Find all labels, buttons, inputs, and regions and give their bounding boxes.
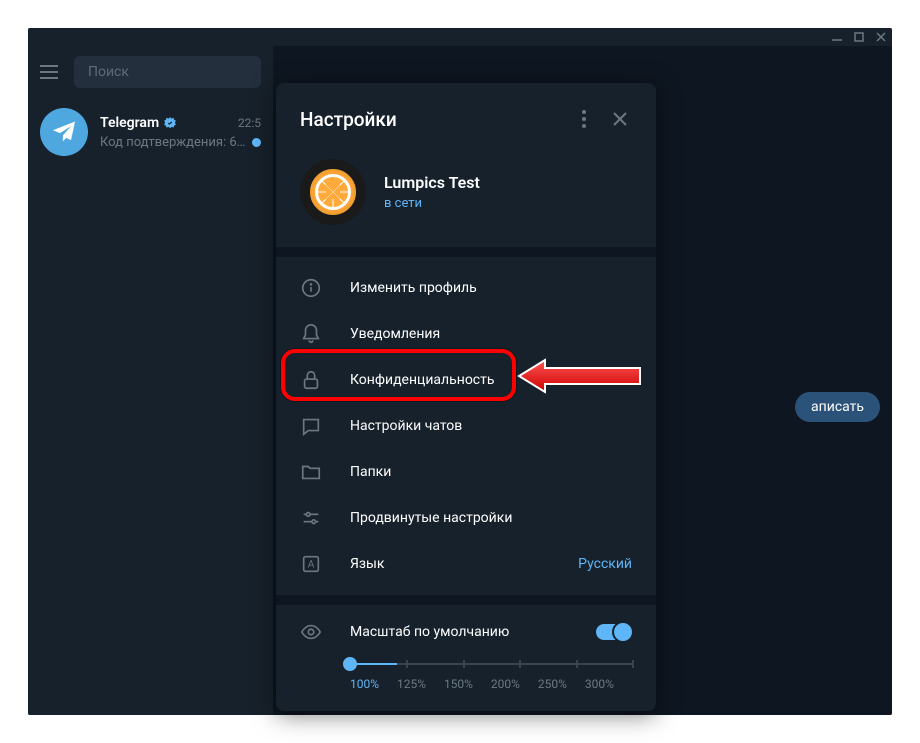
- menu-item-language[interactable]: А Язык Русский: [276, 541, 656, 587]
- zoom-section: Масштаб по умолчанию 100% 125% 150% 200%…: [276, 605, 656, 711]
- chat-time: 22:5: [238, 116, 261, 130]
- bell-icon: [300, 323, 322, 345]
- menu-item-edit-profile[interactable]: Изменить профиль: [276, 265, 656, 311]
- settings-menu: Изменить профиль Уведомления Конфиденциа…: [276, 257, 656, 595]
- svg-text:А: А: [308, 560, 315, 571]
- search-input[interactable]: Поиск: [74, 56, 261, 88]
- profile-status: в сети: [384, 196, 480, 211]
- menu-label: Продвинутые настройки: [350, 510, 632, 526]
- chat-preview: Код подтверждения: 69...: [100, 135, 252, 150]
- profile-section[interactable]: Lumpics Test в сети: [276, 151, 656, 247]
- menu-item-notifications[interactable]: Уведомления: [276, 311, 656, 357]
- close-settings-button[interactable]: [602, 101, 638, 137]
- maximize-button[interactable]: [852, 30, 866, 44]
- zoom-option[interactable]: 250%: [538, 677, 585, 691]
- chat-avatar: [40, 108, 88, 156]
- info-icon: [300, 277, 322, 299]
- menu-label: Конфиденциальность: [350, 372, 632, 388]
- menu-label: Изменить профиль: [350, 280, 632, 296]
- menu-item-chat-settings[interactable]: Настройки чатов: [276, 403, 656, 449]
- hamburger-icon[interactable]: [40, 64, 60, 80]
- menu-label: Папки: [350, 464, 632, 480]
- chat-name: Telegram: [100, 115, 177, 131]
- more-button[interactable]: [566, 101, 602, 137]
- divider: [276, 595, 656, 605]
- zoom-slider[interactable]: [350, 663, 632, 665]
- menu-item-privacy[interactable]: Конфиденциальность: [276, 357, 656, 403]
- settings-title: Настройки: [300, 108, 566, 131]
- sidebar: Поиск Telegram 22:5 Код подтверждени: [28, 46, 274, 715]
- sidebar-top: Поиск: [28, 46, 273, 98]
- profile-avatar: [300, 159, 366, 225]
- language-icon: А: [300, 553, 322, 575]
- language-value: Русский: [578, 556, 632, 572]
- eye-icon: [300, 621, 322, 643]
- zoom-option[interactable]: 150%: [444, 677, 491, 691]
- profile-name: Lumpics Test: [384, 173, 480, 192]
- menu-label: Настройки чатов: [350, 418, 632, 434]
- zoom-option[interactable]: 125%: [397, 677, 444, 691]
- menu-item-advanced[interactable]: Продвинутые настройки: [276, 495, 656, 541]
- titlebar: [28, 28, 892, 46]
- verified-icon: [163, 116, 177, 130]
- zoom-toggle[interactable]: [596, 624, 632, 640]
- zoom-option[interactable]: 100%: [350, 677, 397, 691]
- close-window-button[interactable]: [874, 30, 888, 44]
- settings-modal: Настройки Lumpics Test в сети Изменить п…: [276, 83, 656, 711]
- menu-label: Язык: [350, 556, 550, 572]
- settings-header: Настройки: [276, 83, 656, 151]
- minimize-button[interactable]: [830, 30, 844, 44]
- zoom-labels: 100% 125% 150% 200% 250% 300%: [350, 677, 632, 691]
- zoom-option[interactable]: 200%: [491, 677, 538, 691]
- unread-badge: [252, 138, 261, 147]
- menu-label: Уведомления: [350, 326, 632, 342]
- zoom-label: Масштаб по умолчанию: [350, 624, 568, 640]
- folder-icon: [300, 461, 322, 483]
- chat-icon: [300, 415, 322, 437]
- chat-item-telegram[interactable]: Telegram 22:5 Код подтверждения: 69...: [28, 98, 273, 166]
- menu-item-folders[interactable]: Папки: [276, 449, 656, 495]
- lock-icon: [300, 369, 322, 391]
- divider: [276, 247, 656, 257]
- compose-button[interactable]: аписать: [795, 392, 880, 422]
- sliders-icon: [300, 507, 322, 529]
- chat-info: Telegram 22:5 Код подтверждения: 69...: [100, 108, 261, 156]
- zoom-option[interactable]: 300%: [585, 677, 632, 691]
- avatar-image: [310, 169, 356, 215]
